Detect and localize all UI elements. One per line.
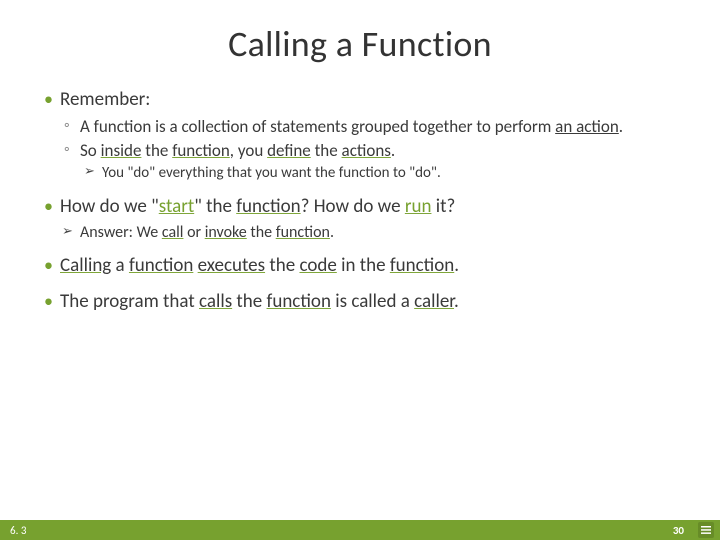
bullet-how-start: How do we "start" the function? How do w…	[42, 195, 678, 219]
underlined-text: invoke	[205, 223, 247, 242]
footer-section-number: 6. 3	[10, 524, 26, 537]
underlined-text: executes	[198, 254, 265, 277]
sub-bullet-inside: So inside the function, you define the a…	[42, 140, 678, 162]
bullet-calling-executes: Calling a function executes the code in …	[42, 254, 678, 278]
sub-bullet-definition: A function is a collection of statements…	[42, 116, 678, 138]
text: How do we "	[60, 195, 159, 218]
text: a	[111, 254, 129, 277]
underlined-text: Calling	[60, 254, 111, 277]
text: the	[141, 140, 172, 161]
text: .	[330, 223, 334, 242]
underlined-text: code	[299, 254, 336, 277]
text: , you	[230, 140, 267, 161]
underlined-green-text: run	[405, 195, 432, 218]
underlined-text: caller	[414, 290, 454, 313]
text: .	[619, 116, 623, 137]
underlined-green-text: start	[159, 195, 194, 218]
underlined-text: actions	[342, 140, 391, 161]
footer-bar: 6. 3 30	[0, 520, 720, 540]
bullet-remember: Remember:	[42, 88, 678, 112]
underlined-text: call	[162, 223, 184, 242]
sub-bullet-answer: Answer: We call or invoke the function.	[42, 223, 678, 243]
underlined-text: function	[129, 254, 193, 277]
footer-page-number: 30	[673, 524, 684, 537]
underlined-text: function	[276, 223, 330, 242]
underlined-text: function	[172, 140, 230, 161]
text: A function is a collection of statements…	[80, 116, 555, 137]
text: the	[265, 254, 299, 277]
text: in the	[337, 254, 390, 277]
underlined-text: calls	[199, 290, 232, 313]
text: Answer: We	[80, 223, 162, 242]
underlined-text: inside	[101, 140, 142, 161]
text: " the	[194, 195, 236, 218]
sub-sub-bullet-do: You "do" everything that you want the fu…	[42, 164, 678, 183]
text: the	[232, 290, 266, 313]
text: it?	[431, 195, 455, 218]
slide-body: Remember: A function is a collection of …	[42, 88, 678, 314]
text: So	[80, 140, 101, 161]
slide: Calling a Function Remember: A function …	[0, 0, 720, 540]
text: ? How do we	[301, 195, 405, 218]
underlined-text: function	[390, 254, 454, 277]
text: .	[454, 254, 459, 277]
text: .	[391, 140, 395, 161]
text: the	[311, 140, 342, 161]
menu-icon	[698, 522, 714, 538]
text: the	[247, 223, 276, 242]
text: The program that	[60, 290, 199, 313]
underlined-text: define	[267, 140, 311, 161]
underlined-text: function	[267, 290, 331, 313]
text: or	[183, 223, 204, 242]
text: is called a	[331, 290, 414, 313]
bullet-caller: The program that calls the function is c…	[42, 290, 678, 314]
underlined-text: an action	[555, 116, 619, 137]
underlined-text: function	[236, 195, 300, 218]
text: .	[454, 290, 459, 313]
slide-title: Calling a Function	[42, 22, 678, 66]
